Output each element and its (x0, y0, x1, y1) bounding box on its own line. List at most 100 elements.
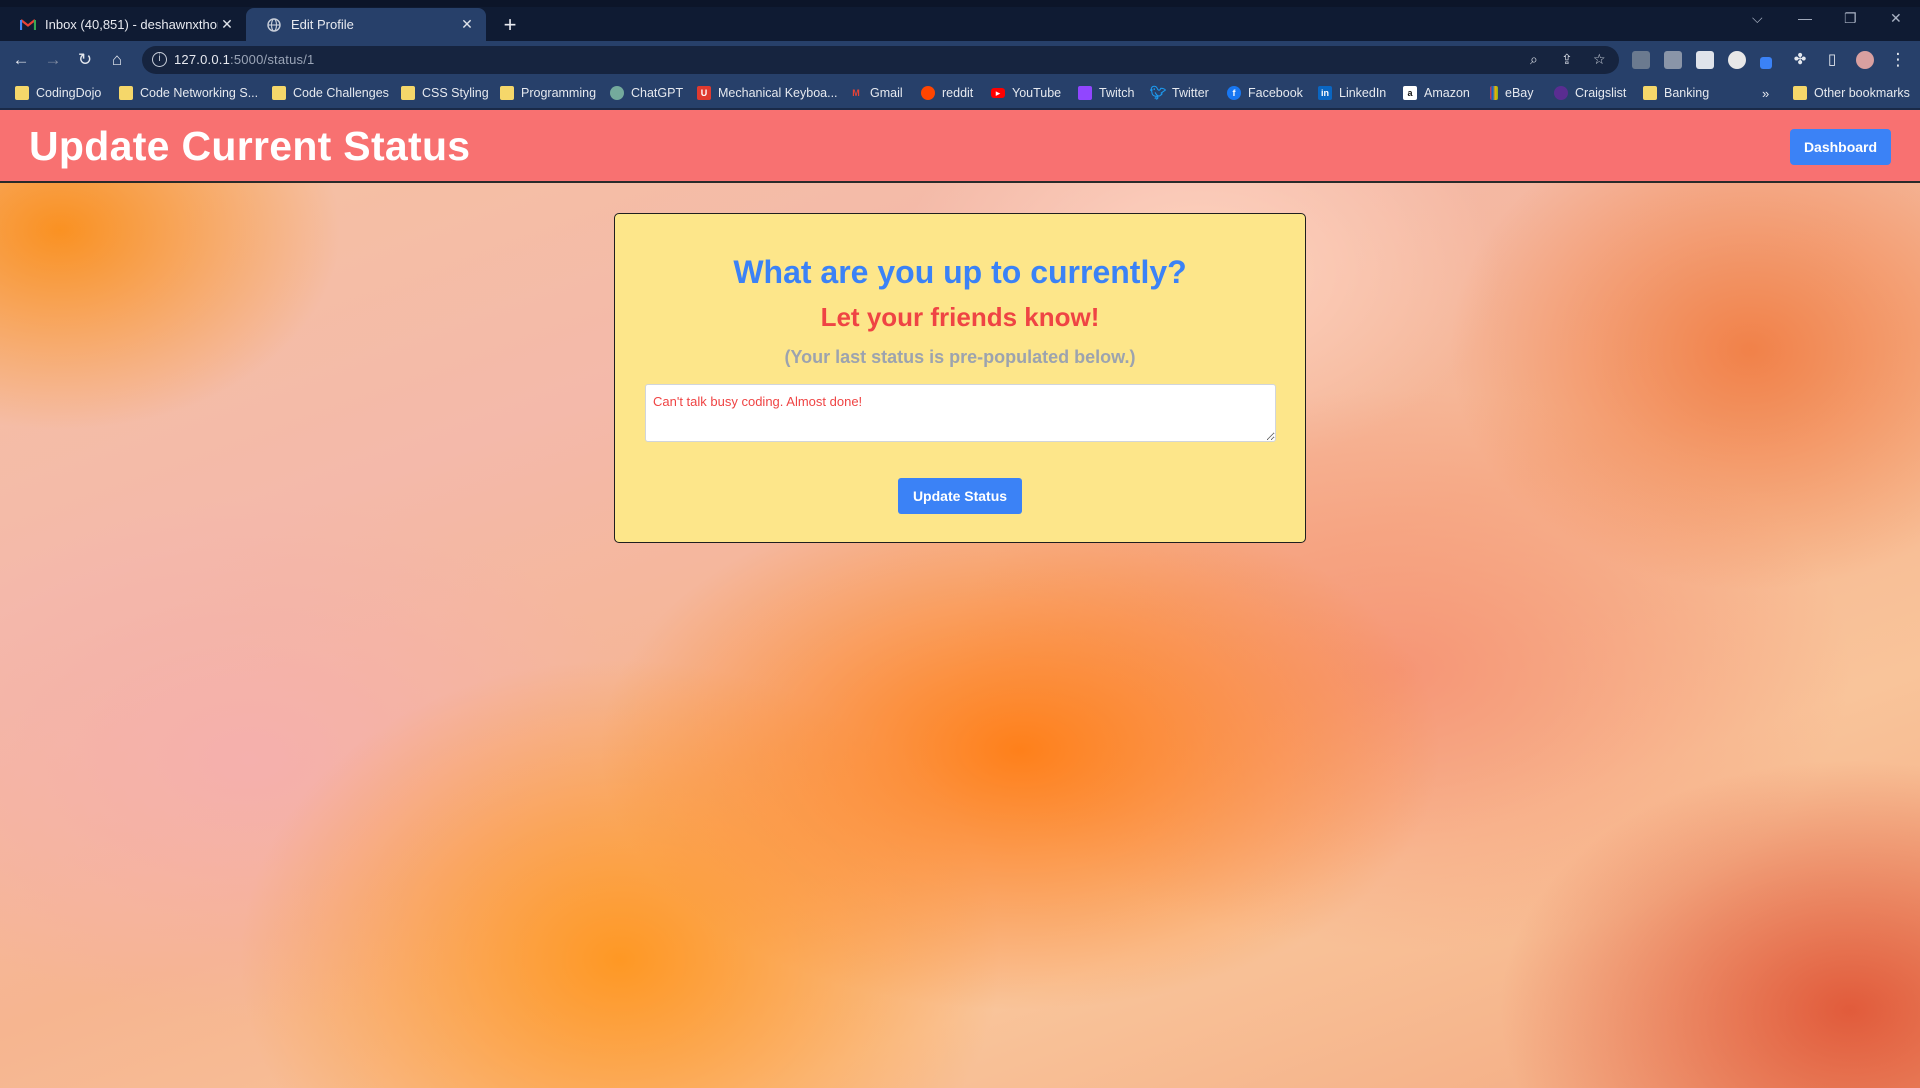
zoom-icon[interactable]: ⌕ (1530, 51, 1538, 68)
bookmark-label: YouTube (1012, 86, 1062, 100)
profile-avatar-icon[interactable] (1856, 51, 1874, 69)
site-info-icon[interactable]: i (152, 52, 167, 67)
extension-icon[interactable] (1696, 51, 1714, 69)
status-textarea[interactable]: Can't talk busy coding. Almost done! (645, 384, 1276, 442)
twitter-icon: 🐦︎ (1149, 85, 1167, 100)
new-tab-button[interactable]: + (498, 12, 522, 38)
bookmark-banking[interactable]: Banking (1643, 86, 1709, 100)
bookmark-label: Amazon (1424, 86, 1470, 100)
bookmarks-overflow-button[interactable]: » (1762, 86, 1769, 101)
bookmark-label: Programming (521, 86, 597, 100)
facebook-icon: f (1227, 86, 1241, 100)
close-tab-icon[interactable]: ✕ (218, 16, 236, 33)
gmail-icon (20, 17, 36, 33)
bookmark-amazon[interactable]: a Amazon (1403, 86, 1470, 100)
bookmark-ebay[interactable]: eBay (1490, 86, 1534, 100)
close-window-icon[interactable]: ✕ (1890, 10, 1902, 27)
bookmark-reddit[interactable]: reddit (921, 86, 973, 100)
bookmark-gmail[interactable]: M Gmail (849, 86, 903, 100)
linkedin-icon: in (1318, 86, 1332, 100)
bookmarks-bar: CodingDojo Code Networking S... Code Cha… (0, 79, 1920, 109)
folder-icon (401, 86, 415, 100)
bookmark-label: Twitch (1099, 86, 1135, 100)
bookmark-label: Code Challenges (293, 86, 389, 100)
card-heading: What are you up to currently? (733, 254, 1187, 290)
bookmark-linkedin[interactable]: in LinkedIn (1318, 86, 1386, 100)
keyboard-site-icon: U (697, 86, 711, 100)
card-note: (Your last status is pre-populated below… (784, 347, 1136, 367)
extensions-puzzle-icon[interactable]: ✤ (1790, 50, 1810, 70)
bookmark-twitter[interactable]: 🐦︎ Twitter (1149, 85, 1209, 100)
bookmark-label: Mechanical Keyboa... (718, 86, 838, 100)
app-header: Update Current Status Dashboard (0, 110, 1920, 183)
update-status-button[interactable]: Update Status (898, 478, 1022, 514)
bookmark-label: reddit (942, 86, 974, 100)
extension-icon[interactable] (1760, 57, 1772, 69)
bookmark-label: Gmail (870, 86, 903, 100)
bookmark-label: Craigslist (1575, 86, 1627, 100)
tab-edit-profile[interactable]: Edit Profile ✕ (246, 8, 486, 41)
bookmark-mechanical-keyboards[interactable]: U Mechanical Keyboa... (697, 86, 838, 100)
bookmark-label: CSS Styling (422, 86, 489, 100)
bookmark-star-icon[interactable]: ☆ (1593, 51, 1606, 68)
status-card: What are you up to currently? Let your f… (614, 213, 1306, 543)
bookmark-label: Other bookmarks (1814, 86, 1910, 100)
bookmark-youtube[interactable]: ▸ YouTube (991, 86, 1061, 100)
minimize-icon[interactable]: — (1798, 10, 1812, 26)
amazon-icon: a (1403, 86, 1417, 100)
reload-icon[interactable]: ↻ (75, 50, 95, 70)
bookmark-craigslist[interactable]: Craigslist (1554, 86, 1626, 100)
folder-icon (1793, 86, 1807, 100)
youtube-icon: ▸ (991, 88, 1005, 98)
address-url[interactable]: 127.0.0.1:5000/status/1 (174, 52, 315, 67)
extension-icon[interactable] (1632, 51, 1650, 69)
extension-icon[interactable] (1664, 51, 1682, 69)
bookmark-label: ChatGPT (631, 86, 684, 100)
folder-icon (500, 86, 514, 100)
url-host: 127.0.0.1 (174, 52, 231, 67)
page-title: Update Current Status (29, 123, 471, 169)
home-icon[interactable]: ⌂ (107, 50, 127, 70)
tab-title: Inbox (40,851) - deshawnxthoma (45, 17, 218, 32)
bookmark-label: Facebook (1248, 86, 1303, 100)
tab-inbox[interactable]: Inbox (40,851) - deshawnxthoma ✕ (0, 8, 246, 41)
bookmark-other[interactable]: Other bookmarks (1793, 86, 1910, 100)
side-panel-icon[interactable]: ▯ (1822, 50, 1842, 70)
bookmark-css-styling[interactable]: CSS Styling (401, 86, 489, 100)
folder-icon (1643, 86, 1657, 100)
share-icon[interactable]: ⇪ (1561, 51, 1573, 68)
dashboard-button[interactable]: Dashboard (1790, 129, 1891, 165)
bookmark-code-challenges[interactable]: Code Challenges (272, 86, 389, 100)
bookmark-label: LinkedIn (1339, 86, 1387, 100)
tab-bar-top-strip (0, 0, 1920, 7)
bookmark-facebook[interactable]: f Facebook (1227, 86, 1303, 100)
folder-icon (119, 86, 133, 100)
close-tab-icon[interactable]: ✕ (458, 16, 476, 33)
craigslist-icon (1554, 86, 1568, 100)
bookmark-label: CodingDojo (36, 86, 102, 100)
bookmark-chatgpt[interactable]: ChatGPT (610, 86, 683, 100)
restore-icon[interactable]: ❐ (1844, 10, 1857, 27)
address-bar[interactable]: i 127.0.0.1:5000/status/1 ⌕ ⇪ ☆ (142, 46, 1619, 74)
back-icon[interactable]: ← (11, 50, 31, 70)
browser-toolbar: ← → ↻ ⌂ i 127.0.0.1:5000/status/1 ⌕ ⇪ ☆ … (0, 41, 1920, 79)
tab-title: Edit Profile (291, 17, 354, 32)
folder-icon (15, 86, 29, 100)
bookmark-label: Code Networking S... (140, 86, 259, 100)
bookmark-twitch[interactable]: Twitch (1078, 86, 1134, 100)
reddit-icon (921, 86, 935, 100)
chatgpt-icon (610, 86, 624, 100)
bookmark-codingdojo[interactable]: CodingDojo (15, 86, 101, 100)
extension-icon[interactable] (1728, 51, 1746, 69)
bookmark-label: eBay (1505, 86, 1534, 100)
forward-icon[interactable]: → (43, 50, 63, 70)
bookmark-code-networking[interactable]: Code Networking S... (119, 86, 258, 100)
tab-search-icon[interactable]: ⌵ (1752, 10, 1763, 27)
bookmark-programming[interactable]: Programming (500, 86, 596, 100)
ebay-icon (1490, 86, 1498, 100)
menu-kebab-icon[interactable]: ⋮ (1888, 50, 1908, 70)
bookmark-label: Banking (1664, 86, 1710, 100)
card-subheading: Let your friends know! (820, 302, 1100, 332)
url-path: :5000/status/1 (230, 52, 315, 67)
gmail-icon: M (852, 88, 860, 98)
